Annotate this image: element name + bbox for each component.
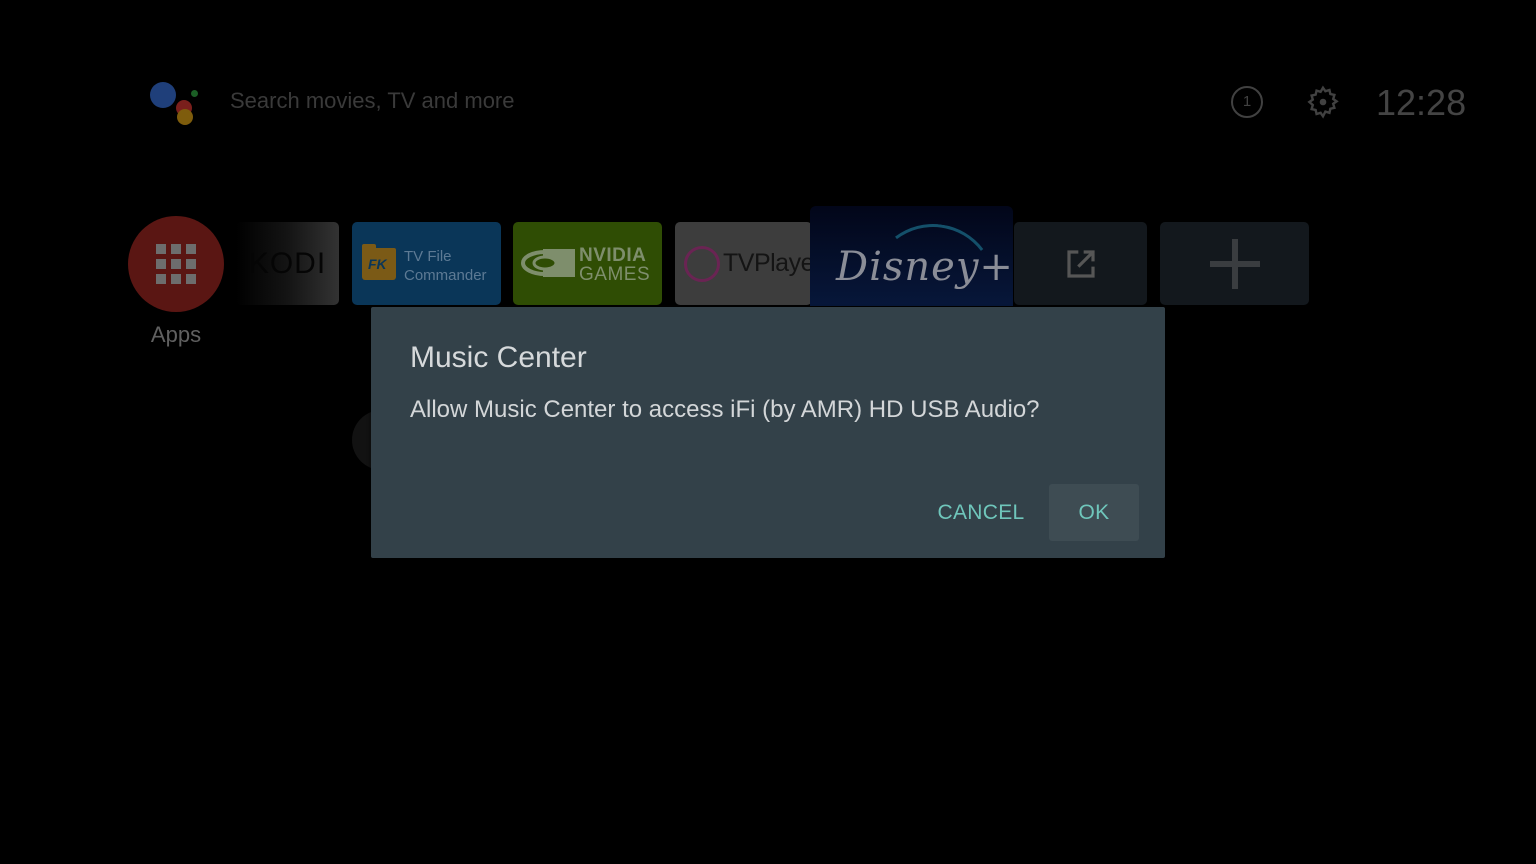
assistant-dot-blue bbox=[150, 82, 176, 108]
fk-badge: FK bbox=[368, 256, 387, 272]
ok-button[interactable]: OK bbox=[1049, 484, 1139, 541]
app-tile-tvplayer[interactable]: TVPlaye bbox=[675, 222, 812, 305]
permission-dialog: Music Center Allow Music Center to acces… bbox=[371, 307, 1165, 558]
clock: 12:28 bbox=[1376, 82, 1467, 123]
tile-label-line2: Commander bbox=[404, 267, 487, 284]
settings-gear-icon[interactable] bbox=[1305, 84, 1341, 120]
tile-label-line1: TV File bbox=[404, 248, 452, 265]
android-tv-home-screen: Search movies, TV and more 1 12:28 Apps … bbox=[0, 0, 1536, 864]
folder-icon: FK bbox=[362, 244, 396, 280]
google-assistant-icon[interactable] bbox=[148, 80, 200, 126]
tile-label-line1: NVIDIA bbox=[579, 245, 647, 266]
dialog-message: Allow Music Center to access iFi (by AMR… bbox=[410, 396, 1040, 423]
plus-icon bbox=[1209, 238, 1260, 289]
app-tile-disney-plus[interactable]: Disney+ bbox=[810, 206, 1013, 306]
tvplayer-logo-icon bbox=[684, 246, 720, 282]
nvidia-eye-icon bbox=[521, 249, 575, 277]
open-external-icon bbox=[1066, 249, 1095, 278]
search-bar[interactable]: Search movies, TV and more bbox=[230, 88, 515, 114]
app-tile-kodi[interactable]: KODI bbox=[236, 222, 339, 305]
app-tile-tv-file-commander[interactable]: FK TV File Commander bbox=[352, 222, 501, 305]
tile-label-line2: GAMES bbox=[579, 264, 651, 285]
assistant-dot-yellow bbox=[177, 109, 193, 125]
tvplayer-logo-text: TVPlaye bbox=[723, 249, 812, 277]
add-app-tile[interactable] bbox=[1160, 222, 1309, 305]
cancel-button[interactable]: CANCEL bbox=[928, 484, 1034, 541]
notification-icon[interactable]: 1 bbox=[1231, 86, 1263, 118]
app-tile-nvidia-games[interactable]: NVIDIA GAMES bbox=[513, 222, 662, 305]
apps-grid-icon bbox=[156, 244, 196, 284]
disney-logo-text: Disney+ bbox=[836, 244, 1013, 290]
kodi-logo-text: KODI bbox=[248, 246, 327, 280]
apps-button[interactable] bbox=[128, 216, 224, 312]
apps-label: Apps bbox=[150, 322, 202, 347]
dialog-title: Music Center bbox=[410, 341, 587, 374]
app-tile-open-external[interactable] bbox=[1014, 222, 1147, 305]
assistant-dot-green bbox=[191, 90, 198, 97]
